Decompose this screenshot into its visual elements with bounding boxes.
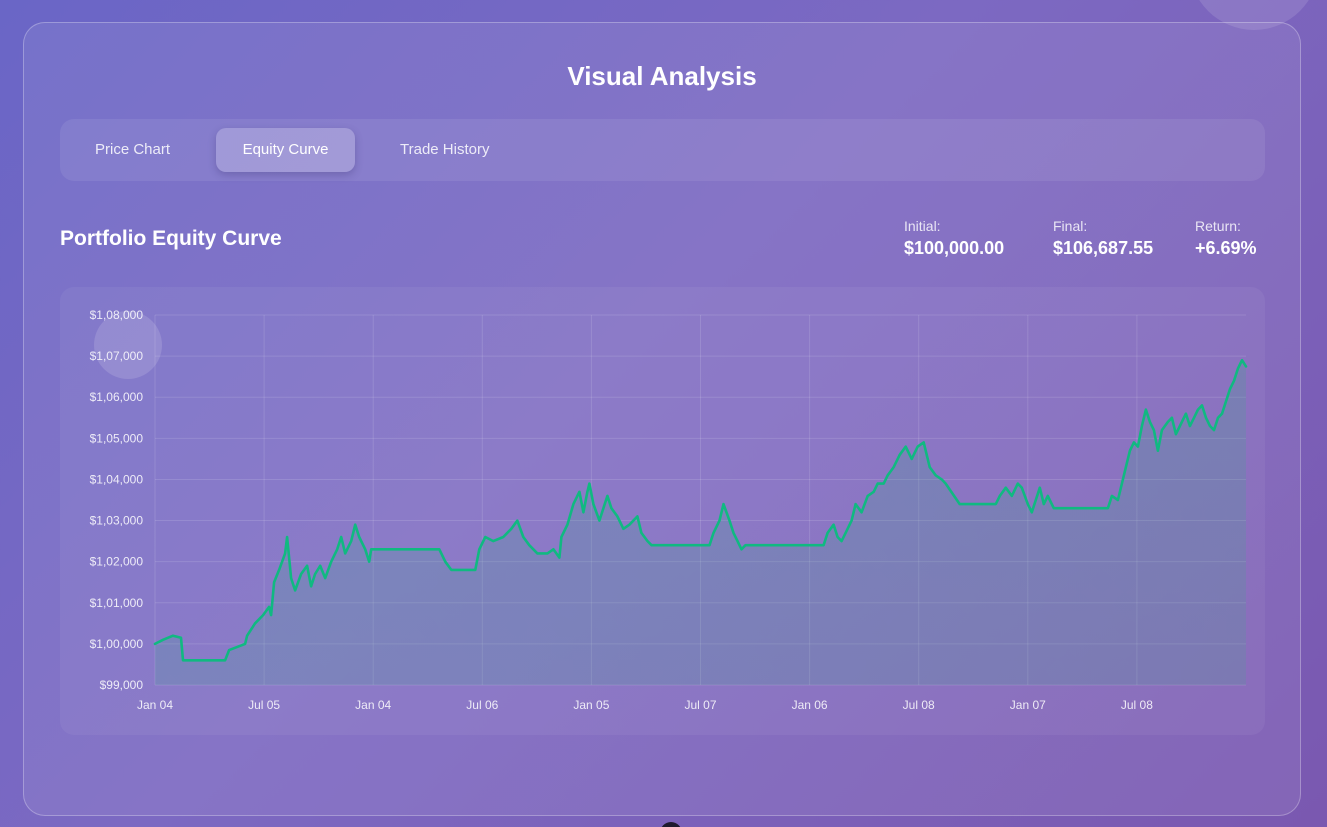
y-tick-label: $1,01,000 xyxy=(90,596,144,610)
stat-final-label: Final: xyxy=(1053,218,1088,234)
x-tick-label: Jan 06 xyxy=(792,698,828,712)
chart-title: Portfolio Equity Curve xyxy=(60,227,282,250)
chart-container: $1,08,000 $1,07,000 $1,06,000 $1,05,000 $1,0… xyxy=(60,287,1265,735)
visual-analysis-panel: Visual Analysis Price Chart Equity Curve… xyxy=(23,22,1301,816)
x-tick-label: Jul 06 xyxy=(466,698,498,712)
x-tick-label: Jul 08 xyxy=(903,698,935,712)
decorative-circle-chart xyxy=(94,311,162,379)
stat-final-value: $106,687.55 xyxy=(1053,238,1154,258)
stat-return-value: +6.69% xyxy=(1195,238,1257,258)
y-tick-label: $1,02,000 xyxy=(90,555,144,569)
x-tick-label: Jul 07 xyxy=(684,698,716,712)
stat-return: Return: +6.69% xyxy=(1195,218,1257,259)
panel-title: Visual Analysis xyxy=(567,61,757,91)
y-tick-label: $1,03,000 xyxy=(90,514,144,528)
x-tick-label: Jan 05 xyxy=(573,698,609,712)
analysis-tabs: Price Chart Equity Curve Trade History xyxy=(60,119,1265,181)
stat-initial: Initial: $100,000.00 xyxy=(904,218,1004,259)
y-tick-label: $1,04,000 xyxy=(90,472,144,486)
tab-price-chart[interactable]: Price Chart xyxy=(69,128,196,172)
stat-initial-label: Initial: xyxy=(904,218,941,234)
decorative-dot-bottom xyxy=(660,822,682,827)
x-tick-label: Jan 04 xyxy=(355,698,391,712)
y-tick-label: $1,05,000 xyxy=(90,431,144,445)
x-tick-label: Jul 08 xyxy=(1121,698,1153,712)
stat-final: Final: $106,687.55 xyxy=(1053,218,1153,259)
x-tick-label: Jan 07 xyxy=(1010,698,1046,712)
y-tick-label: $1,06,000 xyxy=(90,390,144,404)
stat-initial-value: $100,000.00 xyxy=(904,238,1005,258)
y-tick-label: $1,00,000 xyxy=(90,637,144,651)
y-tick-label: $99,000 xyxy=(100,678,144,692)
stat-return-label: Return: xyxy=(1195,218,1241,234)
tab-trade-history[interactable]: Trade History xyxy=(374,128,515,172)
x-tick-label: Jan 04 xyxy=(137,698,173,712)
equity-chart: $1,08,000$1,07,000$1,06,000$1,05,000$1,0… xyxy=(90,308,1248,712)
x-tick-label: Jul 05 xyxy=(248,698,280,712)
tab-equity-curve[interactable]: Equity Curve xyxy=(216,128,355,172)
